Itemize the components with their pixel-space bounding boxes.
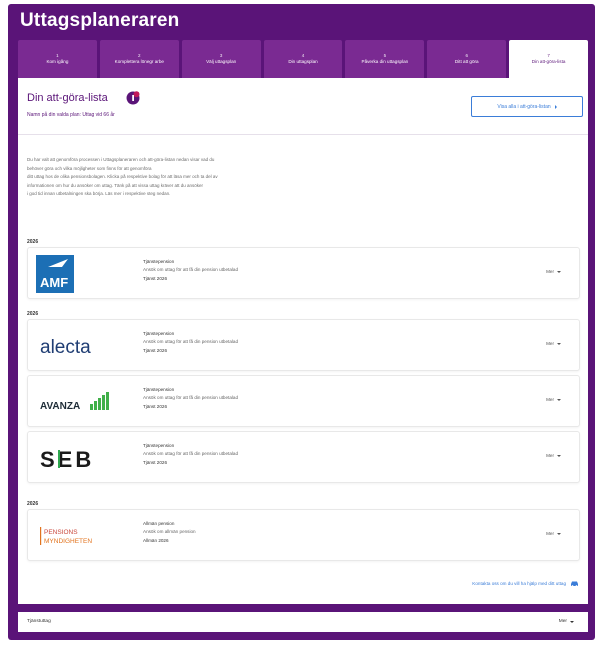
app-title: Uttagsplaneraren <box>20 10 180 31</box>
chevron-down-icon <box>570 620 574 623</box>
chevron-down-icon <box>557 532 561 535</box>
footer-more-toggle[interactable]: Mer <box>559 619 574 624</box>
provider-card-amf[interactable]: AMF Tjänstepension Ansök om uttag för at… <box>27 247 580 299</box>
alecta-logo: alecta <box>40 337 91 358</box>
view-all-label: Visa alla i att-göra-listan <box>497 103 551 110</box>
step-tab-5[interactable]: 5 Påverka din uttagsplan <box>345 40 425 78</box>
step-tabs: 1 Kom igång 2 Komplettera lönegr arbe 3 Väl… <box>18 40 589 78</box>
view-all-button[interactable]: Visa alla i att-göra-listan <box>471 96 583 117</box>
help-link-label: Kontakta oss om du vill ha hjälp med dit… <box>472 581 566 586</box>
avanza-logo: AVANZA <box>40 392 109 412</box>
description-line: Du har valt att genomföra processen i Ut… <box>27 157 215 162</box>
svg-text:SEB: SEB <box>40 447 94 472</box>
help-link[interactable]: Kontakta oss om du vill ha hjälp med dit… <box>472 580 579 587</box>
footer-accordion[interactable]: Tjänstuttag Mer <box>18 612 588 632</box>
more-toggle[interactable]: Mer <box>546 453 561 458</box>
description-line: ditt uttag hos de olika pensionsbolagen.… <box>27 174 218 180</box>
card-info: Tjänstepension Ansök om uttag för att få… <box>143 443 238 465</box>
year-heading: 2026 <box>27 501 39 507</box>
provider-card-alecta[interactable]: alecta Tjänstepension Ansök om uttag för… <box>27 319 580 371</box>
chevron-right-icon <box>554 104 557 109</box>
chevron-down-icon <box>557 342 561 345</box>
more-toggle[interactable]: Mer <box>546 341 561 346</box>
app-window: Uttagsplaneraren 1 Kom igång 2 Komplettera… <box>8 4 595 640</box>
description-line: informationen om hur du ansöker om uttag… <box>27 182 204 188</box>
footer-label: Tjänstuttag <box>27 619 51 624</box>
year-heading: 2026 <box>27 239 39 245</box>
svg-text:MYNDIGHETEN: MYNDIGHETEN <box>44 538 92 545</box>
step-tab-3[interactable]: 3 Välj uttagsplan <box>181 40 261 78</box>
list-title: Din att-göra-lista <box>27 92 108 104</box>
svg-text:alecta: alecta <box>40 337 91 358</box>
notification-badge-icon <box>126 91 140 105</box>
car-icon <box>571 581 578 587</box>
svg-text:PENSIONS: PENSIONS <box>44 529 78 536</box>
todo-panel: Din att-göra-lista Namn på din valda pla… <box>18 78 588 604</box>
panel-header: Din att-göra-lista Namn på din valda pla… <box>18 78 588 135</box>
description-line: i god tid innan utbetalningen ska börja.… <box>27 191 171 197</box>
provider-card-pensionsmyndigheten[interactable]: PENSIONS MYNDIGHETEN Allmän pension Ansö… <box>27 509 580 561</box>
provider-card-avanza[interactable]: AVANZA Tjänstepension Ansök om uttag för… <box>27 375 580 427</box>
more-toggle[interactable]: Mer <box>546 397 561 402</box>
step-tab-4[interactable]: 4 Din uttagsplan <box>263 40 343 78</box>
step-tab-2[interactable]: 2 Komplettera lönegr arbe <box>99 40 179 78</box>
step-tab-7-active[interactable]: 7 Din att-göra-lista <box>509 40 589 78</box>
description: Du har valt att genomföra processen i Ut… <box>27 156 407 199</box>
step-tab-1[interactable]: 1 Kom igång <box>18 40 97 78</box>
provider-card-seb[interactable]: SEB Tjänstepension Ansök om uttag för at… <box>27 431 580 483</box>
pensionsmyndigheten-logo: PENSIONS MYNDIGHETEN <box>40 527 92 545</box>
svg-text:AMF: AMF <box>40 275 68 290</box>
chevron-down-icon <box>557 398 561 401</box>
svg-text:AVANZA: AVANZA <box>40 401 80 412</box>
more-toggle[interactable]: Mer <box>546 531 561 536</box>
card-info: Tjänstepension Ansök om uttag för att få… <box>143 259 238 281</box>
card-info: Tjänstepension Ansök om uttag för att få… <box>143 331 238 353</box>
chevron-down-icon <box>557 454 561 457</box>
seb-logo: SEB <box>40 447 94 472</box>
step-tab-6[interactable]: 6 Ditt att göra <box>427 40 507 78</box>
card-info: Allmän pension Ansök om allmän pension A… <box>143 521 196 543</box>
year-heading: 2026 <box>27 311 39 317</box>
description-line: behöver göra och vilka möjligheter som f… <box>27 165 152 171</box>
plan-subtitle: Namn på din valda plan: Uttag vid 66 år <box>27 112 115 118</box>
more-toggle[interactable]: Mer <box>546 269 561 274</box>
amf-logo: AMF <box>36 255 74 293</box>
chevron-down-icon <box>557 270 561 273</box>
card-info: Tjänstepension Ansök om uttag för att få… <box>143 387 238 409</box>
